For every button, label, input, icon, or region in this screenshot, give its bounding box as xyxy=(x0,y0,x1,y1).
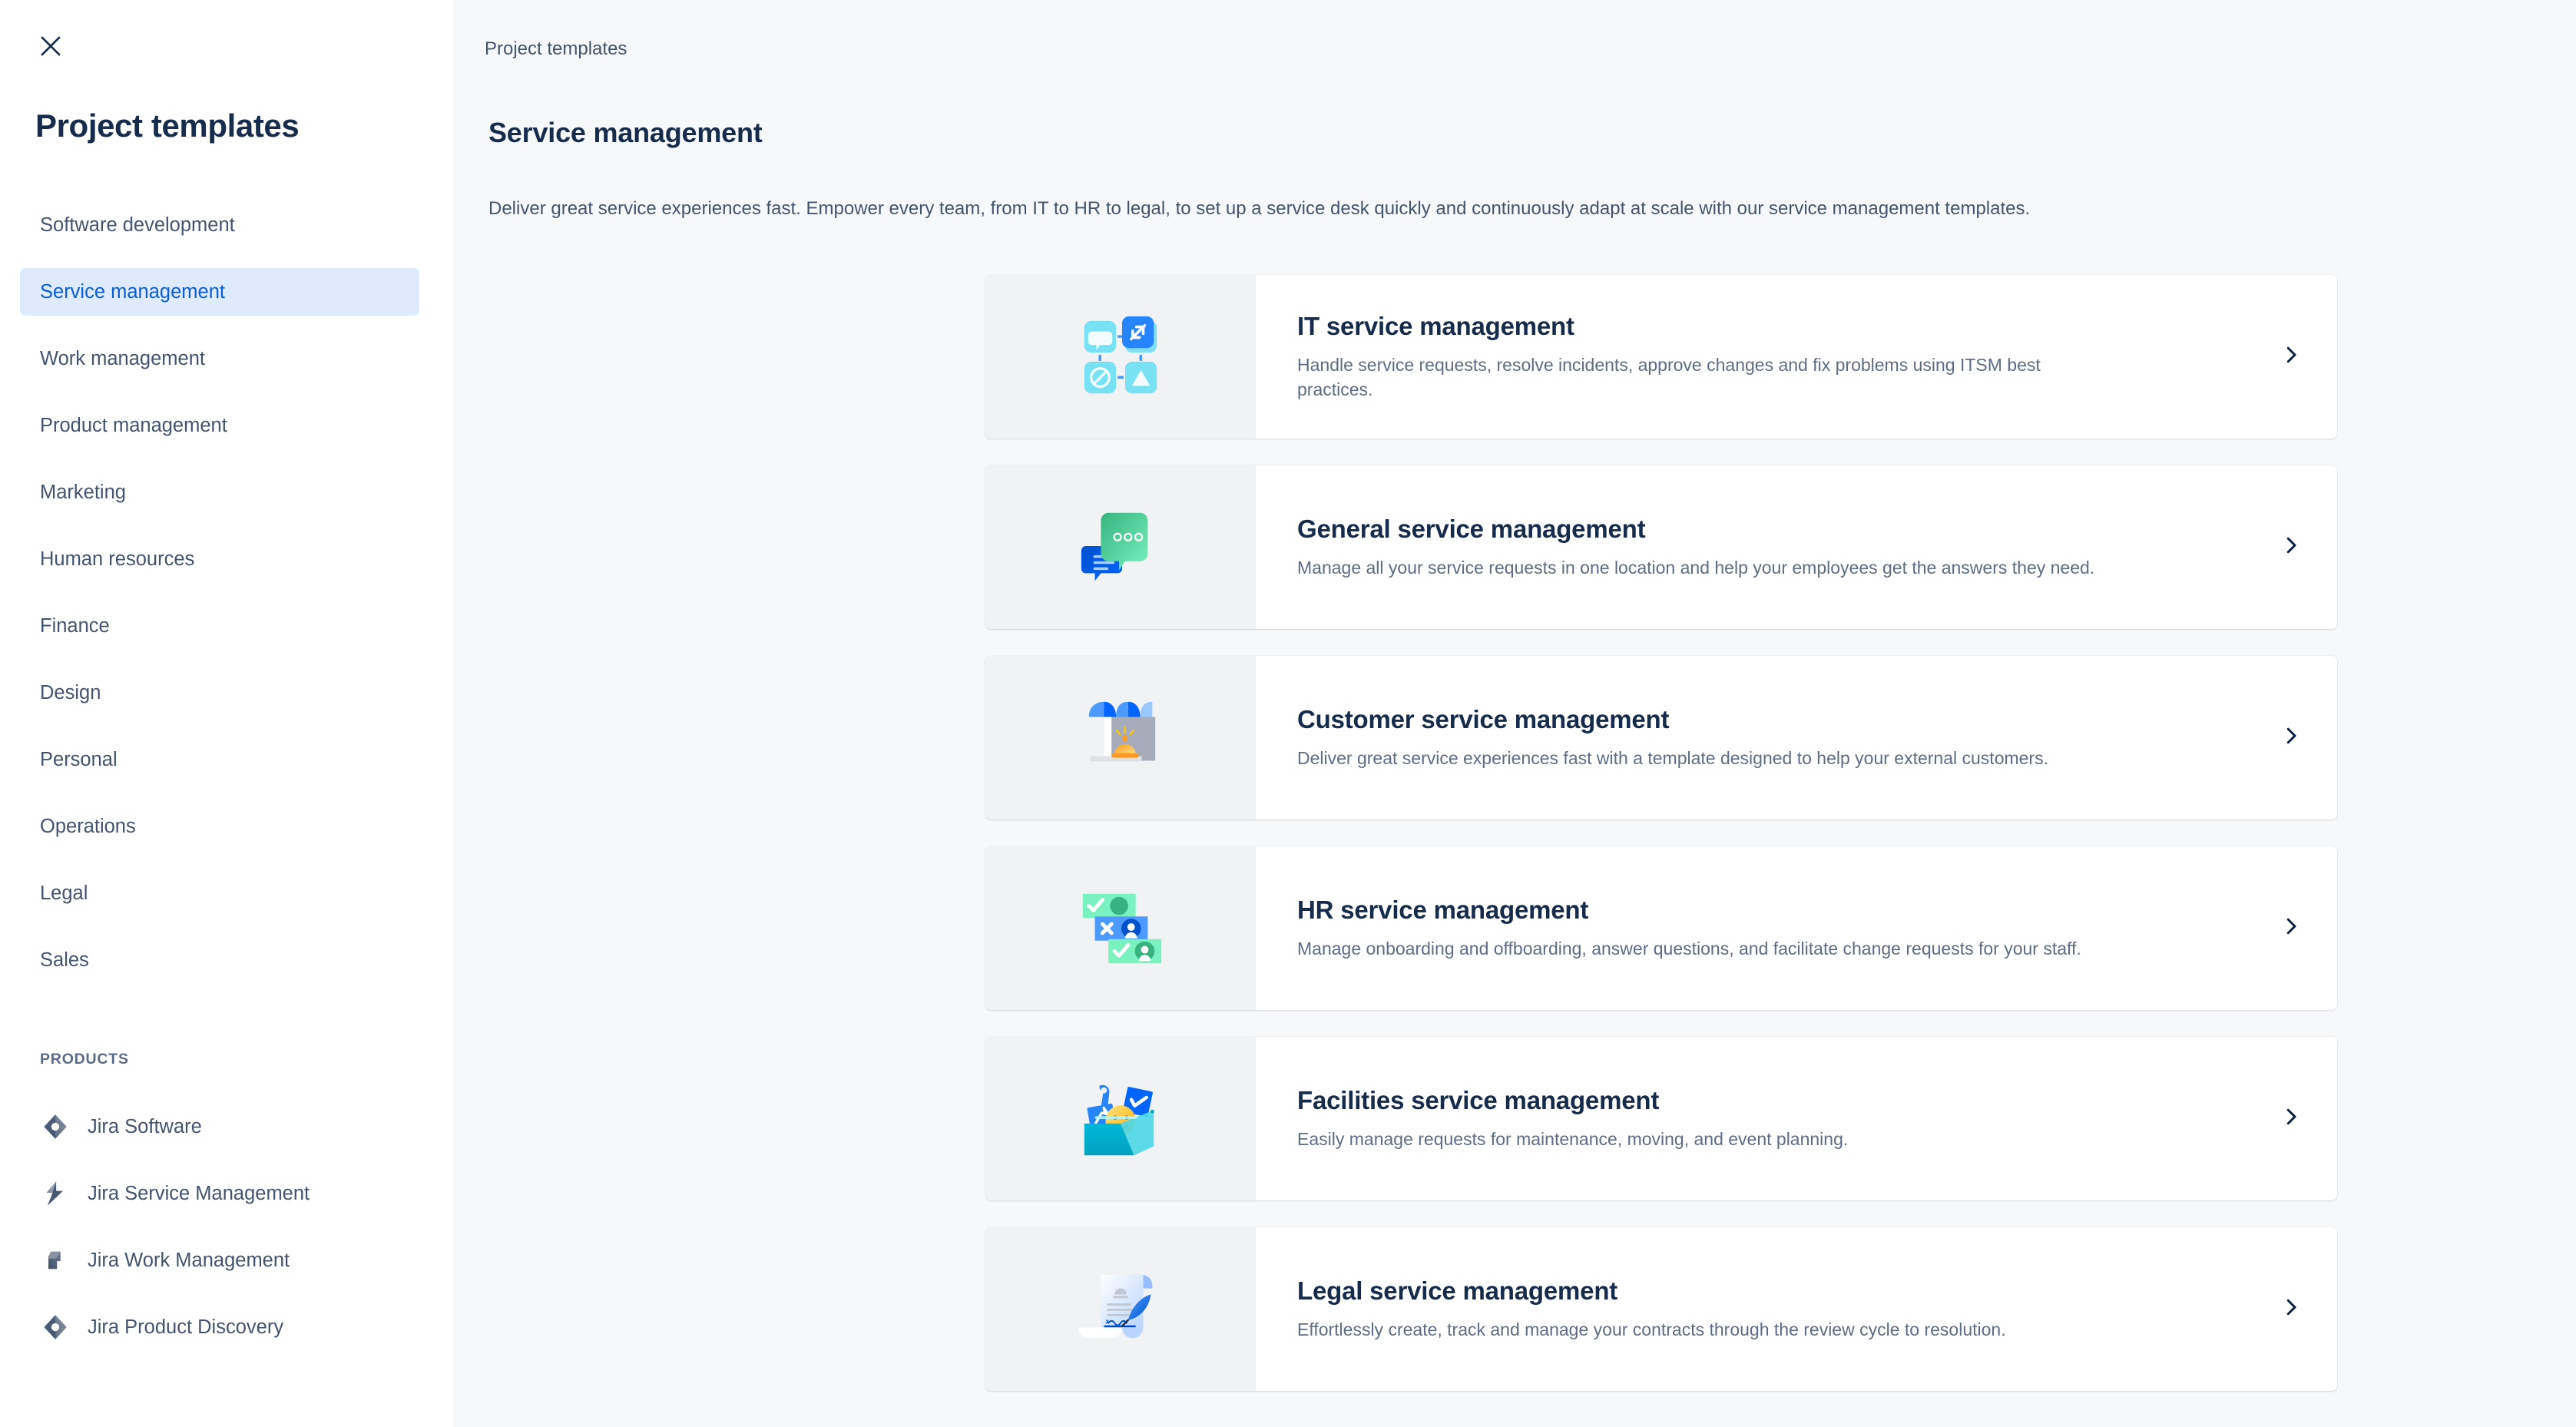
sidebar-item-label: Marketing xyxy=(40,481,126,503)
template-icon-panel xyxy=(985,656,1256,819)
sidebar-item-label: Product management xyxy=(40,414,227,436)
sidebar-item-label: Human resources xyxy=(40,548,195,570)
template-icon-panel xyxy=(985,1037,1256,1200)
sidebar-item-label: Finance xyxy=(40,614,110,637)
template-open-button[interactable] xyxy=(2245,465,2337,629)
products-section-header: PRODUCTS xyxy=(40,1051,129,1068)
template-title: Legal service management xyxy=(1297,1276,1618,1305)
product-item-jira-service-management[interactable]: Jira Service Management xyxy=(40,1173,439,1214)
template-card-body: IT service management Handle service req… xyxy=(1256,275,2245,439)
products-list: Jira Software Jira Service Management Ji… xyxy=(40,1106,439,1373)
product-item-jira-product-discovery[interactable]: Jira Product Discovery xyxy=(40,1306,439,1348)
jira-service-management-icon xyxy=(40,1178,71,1209)
template-card-general-service-management[interactable]: General service management Manage all yo… xyxy=(985,465,2337,629)
main-content: Project templates Service management Del… xyxy=(453,0,2576,1427)
template-title: HR service management xyxy=(1297,895,1589,924)
sidebar-item-product-management[interactable]: Product management xyxy=(20,402,419,449)
jira-product-discovery-icon xyxy=(40,1312,71,1343)
chevron-right-icon xyxy=(2280,343,2303,370)
template-open-button[interactable] xyxy=(2245,1037,2337,1200)
sidebar-item-design[interactable]: Design xyxy=(20,669,419,717)
template-open-button[interactable] xyxy=(2245,275,2337,439)
template-card-it-service-management[interactable]: IT service management Handle service req… xyxy=(985,275,2337,439)
sidebar-item-work-management[interactable]: Work management xyxy=(20,335,419,382)
template-card-facilities-service-management[interactable]: Facilities service management Easily man… xyxy=(985,1037,2337,1200)
sidebar-item-label: Personal xyxy=(40,748,118,770)
product-item-jira-software[interactable]: Jira Software xyxy=(40,1106,439,1147)
project-templates-dialog: Project templates Software development S… xyxy=(0,0,2576,1427)
template-card-body: HR service management Manage onboarding … xyxy=(1256,846,2245,1010)
chat-bubbles-icon xyxy=(1075,502,1166,593)
sidebar: Project templates Software development S… xyxy=(0,0,453,1427)
breadcrumb[interactable]: Project templates xyxy=(485,38,627,60)
sidebar-item-marketing[interactable]: Marketing xyxy=(20,468,419,516)
template-title: IT service management xyxy=(1297,312,1574,341)
contract-quill-icon: x xyxy=(1075,1264,1166,1355)
sidebar-item-sales[interactable]: Sales xyxy=(20,936,419,984)
page-description: Deliver great service experiences fast. … xyxy=(488,198,2031,219)
template-card-body: Facilities service management Easily man… xyxy=(1256,1037,2245,1200)
sidebar-item-label: Legal xyxy=(40,882,88,904)
sidebar-item-service-management[interactable]: Service management xyxy=(20,268,419,316)
chevron-right-icon xyxy=(2280,534,2303,561)
close-icon xyxy=(36,31,65,61)
sidebar-item-legal[interactable]: Legal xyxy=(20,869,419,917)
product-item-label: Jira Service Management xyxy=(88,1182,310,1204)
page-title: Service management xyxy=(488,117,763,148)
sidebar-item-software-development[interactable]: Software development xyxy=(20,201,419,249)
storefront-bell-icon xyxy=(1075,693,1166,783)
hr-cards-icon xyxy=(1075,883,1166,974)
product-item-label: Jira Software xyxy=(88,1115,202,1137)
template-open-button[interactable] xyxy=(2245,656,2337,819)
template-title: Customer service management xyxy=(1297,704,1670,733)
sidebar-item-personal[interactable]: Personal xyxy=(20,736,419,783)
sidebar-item-label: Operations xyxy=(40,815,136,837)
template-description: Manage onboarding and offboarding, answe… xyxy=(1297,938,2081,959)
chevron-right-icon xyxy=(2280,724,2303,751)
product-item-label: Jira Product Discovery xyxy=(88,1316,284,1338)
chevron-right-icon xyxy=(2280,1105,2303,1132)
template-icon-panel xyxy=(985,465,1256,629)
sidebar-item-label: Software development xyxy=(40,214,235,236)
product-item-jira-work-management[interactable]: Jira Work Management xyxy=(40,1240,439,1281)
sidebar-item-label: Work management xyxy=(40,347,205,369)
sidebar-item-human-resources[interactable]: Human resources xyxy=(20,535,419,583)
category-nav: Software development Service management … xyxy=(20,201,419,1003)
template-icon-panel xyxy=(985,846,1256,1010)
sidebar-item-label: Sales xyxy=(40,949,89,971)
product-item-label: Jira Work Management xyxy=(88,1249,290,1271)
template-card-legal-service-management[interactable]: x Legal service management Effortlessly … xyxy=(985,1227,2337,1391)
template-open-button[interactable] xyxy=(2245,1227,2337,1391)
template-description: Handle service requests, resolve inciden… xyxy=(1297,355,2041,399)
sidebar-item-label: Design xyxy=(40,681,101,704)
jira-work-management-icon xyxy=(40,1245,71,1276)
sidebar-title: Project templates xyxy=(35,108,300,144)
itsm-tiles-icon xyxy=(1075,312,1166,402)
template-card-hr-service-management[interactable]: HR service management Manage onboarding … xyxy=(985,846,2337,1010)
template-title: Facilities service management xyxy=(1297,1085,1660,1114)
template-card-body: General service management Manage all yo… xyxy=(1256,465,2245,629)
toolbox-icon xyxy=(1075,1074,1166,1164)
template-list: IT service management Handle service req… xyxy=(985,275,2337,1418)
sidebar-item-finance[interactable]: Finance xyxy=(20,602,419,650)
template-description: Easily manage requests for maintenance, … xyxy=(1297,1128,1849,1149)
template-title: General service management xyxy=(1297,514,1646,543)
template-card-body: Legal service management Effortlessly cr… xyxy=(1256,1227,2245,1391)
template-open-button[interactable] xyxy=(2245,846,2337,1010)
sidebar-item-label: Service management xyxy=(40,280,225,303)
svg-text:x: x xyxy=(1105,1317,1109,1325)
template-card-customer-service-management[interactable]: Customer service management Deliver grea… xyxy=(985,656,2337,819)
template-card-body: Customer service management Deliver grea… xyxy=(1256,656,2245,819)
chevron-right-icon xyxy=(2280,915,2303,942)
template-description: Effortlessly create, track and manage yo… xyxy=(1297,1319,2006,1339)
chevron-right-icon xyxy=(2280,1296,2303,1323)
close-button[interactable] xyxy=(29,25,72,68)
template-icon-panel: x xyxy=(985,1227,1256,1391)
sidebar-item-operations[interactable]: Operations xyxy=(20,803,419,850)
jira-software-icon xyxy=(40,1111,71,1142)
template-description: Manage all your service requests in one … xyxy=(1297,557,2095,578)
template-icon-panel xyxy=(985,275,1256,439)
template-description: Deliver great service experiences fast w… xyxy=(1297,747,2048,768)
